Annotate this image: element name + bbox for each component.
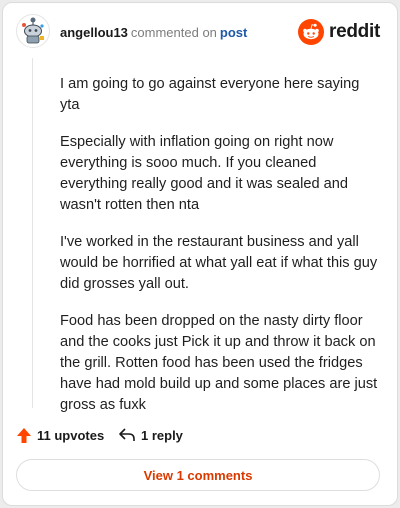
reddit-snoo-icon (298, 19, 325, 45)
view-comments-button[interactable]: View 1 comments (16, 459, 380, 491)
reddit-logo[interactable]: reddit (298, 18, 380, 46)
comment-body: I am going to go against everyone here s… (60, 74, 382, 432)
comment-paragraph: I've worked in the restaurant business a… (60, 234, 378, 292)
reply-count: 1 reply (141, 427, 183, 443)
avatar[interactable] (16, 14, 50, 48)
upvote-button[interactable]: 11 upvotes (16, 425, 104, 445)
view-comments-label: View 1 comments (143, 467, 253, 483)
upvote-count: 11 upvotes (37, 427, 105, 443)
snoo-avatar-icon (16, 14, 50, 48)
comment-actions: 11 upvotes 1 reply (16, 425, 376, 445)
comment-paragraph: Food has been dropped on the nasty dirty… (60, 313, 378, 413)
reply-button[interactable]: 1 reply (118, 425, 183, 445)
reply-arrow-icon (119, 428, 135, 441)
comment-meta: angellou13 commented on post (60, 25, 247, 40)
commented-on-text: commented on (130, 25, 217, 40)
comment-paragraph: I am going to go against everyone here s… (60, 76, 360, 113)
post-link[interactable]: post (220, 25, 247, 40)
thread-line[interactable] (32, 58, 33, 408)
username-link[interactable]: angellou13 (60, 25, 128, 40)
upvote-arrow-icon (17, 427, 31, 443)
comment-header: angellou13 commented on post reddit (16, 14, 380, 50)
reddit-wordmark: reddit (329, 21, 380, 42)
comment-paragraph: Especially with inflation going on right… (60, 134, 349, 213)
